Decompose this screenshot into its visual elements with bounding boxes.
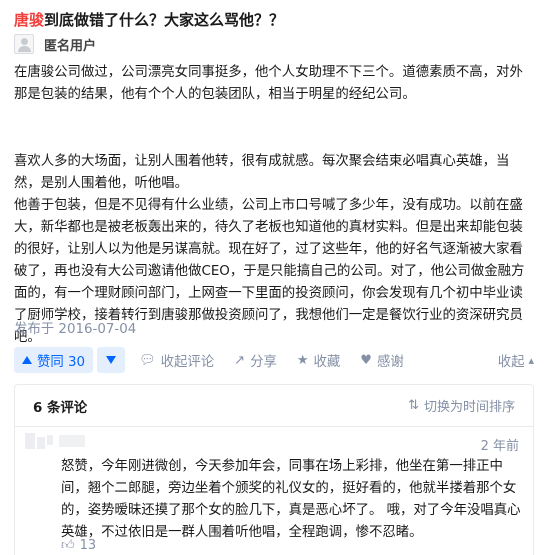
comment-time: 2 年前 [480, 439, 519, 454]
heart-icon: ♥ [360, 352, 372, 368]
vote-up-label: 赞同 30 [37, 355, 86, 370]
author-info: 匿名用户 [14, 33, 96, 55]
answer-paragraph-1: 在唐骏公司做过，公司漂亮女同事挺多，他个人女助理不下三个。道德素质不高，对外那是… [14, 65, 523, 102]
comments-count: 6 条评论 [33, 400, 88, 416]
author-name: 匿名用户 [44, 38, 97, 54]
thanks-label: 感谢 [376, 355, 404, 370]
collapse-answer-button[interactable]: 收起 ▴ [497, 350, 534, 371]
favorite-button[interactable]: ★ 收藏 [296, 350, 341, 371]
swap-icon: ⇅ [408, 398, 419, 413]
comment-like-count: 13 [79, 538, 97, 553]
comment-like-button[interactable]: 👍︎ 13 [61, 538, 96, 553]
comment-text: 怒赞，今年刚进微创，今天参加年会，同事在场上彩排，他坐在第一排正中间，翘个二郎腿… [61, 459, 521, 540]
toggle-comments-button[interactable]: 💬︎ 收起评论 [139, 350, 215, 371]
toggle-comments-label: 收起评论 [160, 355, 215, 370]
share-icon: ↗ [234, 352, 246, 368]
triangle-up-icon [22, 356, 32, 364]
question-title-highlight[interactable]: 唐骏 [14, 11, 44, 29]
comment-icon: 💬︎ [139, 352, 156, 368]
thanks-button[interactable]: ♥ 感谢 [360, 350, 404, 371]
question-title[interactable]: 唐骏到底做错了什么？大家这么骂他？？ [14, 9, 284, 30]
vote-down-button[interactable] [97, 347, 126, 373]
triangle-down-icon [106, 356, 117, 364]
comments-header: 6 条评论 ⇅ 切换为时间排序 [15, 385, 533, 427]
question-title-rest[interactable]: 到底做错了什么？大家这么骂他？？ [44, 11, 284, 29]
sort-toggle-label: 切换为时间排序 [423, 400, 515, 415]
vote-up-button[interactable]: 赞同 30 [14, 347, 94, 373]
commenter-avatar[interactable] [25, 433, 53, 451]
comments-panel: 6 条评论 ⇅ 切换为时间排序 2 年前 怒赞，今年刚进微创，今天参加年会，同事… [14, 384, 534, 555]
anonymous-avatar-icon [14, 34, 34, 54]
share-label: 分享 [250, 355, 277, 370]
favorite-label: 收藏 [313, 355, 341, 370]
commenter-name[interactable] [59, 435, 85, 447]
thumbs-up-icon: 👍︎ [61, 538, 75, 553]
chevron-up-icon: ▴ [528, 353, 534, 367]
answer-paragraph-2: 喜欢人多的大场面，让别人围着他转，很有成就感。每次聚会结束必唱真心英雄，当然，是… [14, 154, 510, 191]
star-icon: ★ [296, 352, 309, 368]
sort-toggle-button[interactable]: ⇅ 切换为时间排序 [408, 396, 515, 415]
answer-actions: 赞同 30 💬︎ 收起评论 ↗ 分享 ★ 收藏 ♥ 感谢 收起 ▴ [14, 346, 534, 374]
collapse-label: 收起 [497, 355, 525, 370]
share-button[interactable]: ↗ 分享 [234, 350, 277, 371]
publish-date[interactable]: 发布于 2016-07-04 [14, 317, 136, 337]
